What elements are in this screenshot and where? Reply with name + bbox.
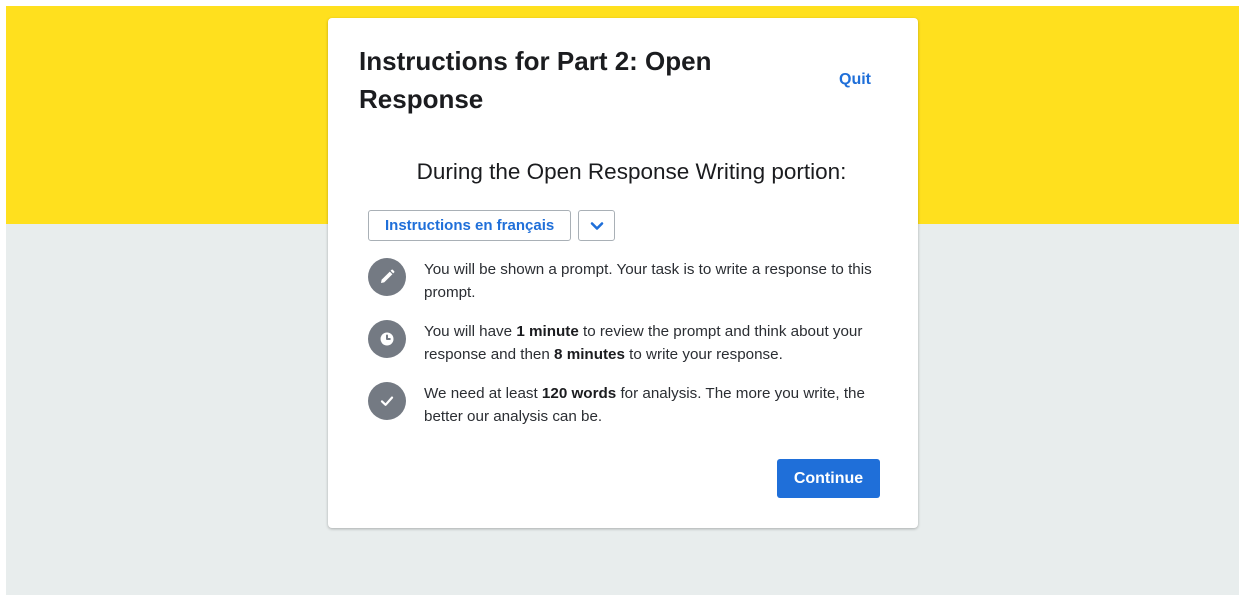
instructions-card: Instructions for Part 2: Open Response Q…	[328, 18, 918, 528]
instruction-text: We need at least 120 words for analysis.…	[424, 385, 865, 425]
page-title: Instructions for Part 2: Open Response	[359, 46, 712, 114]
instruction-item-words: We need at least 120 words for analysis.…	[368, 382, 884, 428]
checkmark-icon	[368, 382, 406, 420]
section-subtitle: During the Open Response Writing portion…	[416, 159, 847, 184]
continue-button[interactable]: Continue	[777, 459, 880, 498]
page-background: Instructions for Part 2: Open Response Q…	[6, 6, 1239, 595]
chevron-down-icon	[590, 221, 604, 230]
instruction-item-prompt: You will be shown a prompt. Your task is…	[368, 258, 884, 304]
language-selector: Instructions en français	[368, 210, 616, 241]
instruction-text: You will have 1 minute to review the pro…	[424, 323, 863, 363]
instruction-text: You will be shown a prompt. Your task is…	[424, 261, 872, 301]
pencil-icon	[368, 258, 406, 296]
instruction-item-time: You will have 1 minute to review the pro…	[368, 320, 884, 366]
clock-icon	[368, 320, 406, 358]
quit-link[interactable]: Quit	[839, 71, 871, 89]
language-dropdown-button[interactable]	[578, 210, 616, 241]
french-instructions-button[interactable]: Instructions en français	[368, 210, 572, 241]
